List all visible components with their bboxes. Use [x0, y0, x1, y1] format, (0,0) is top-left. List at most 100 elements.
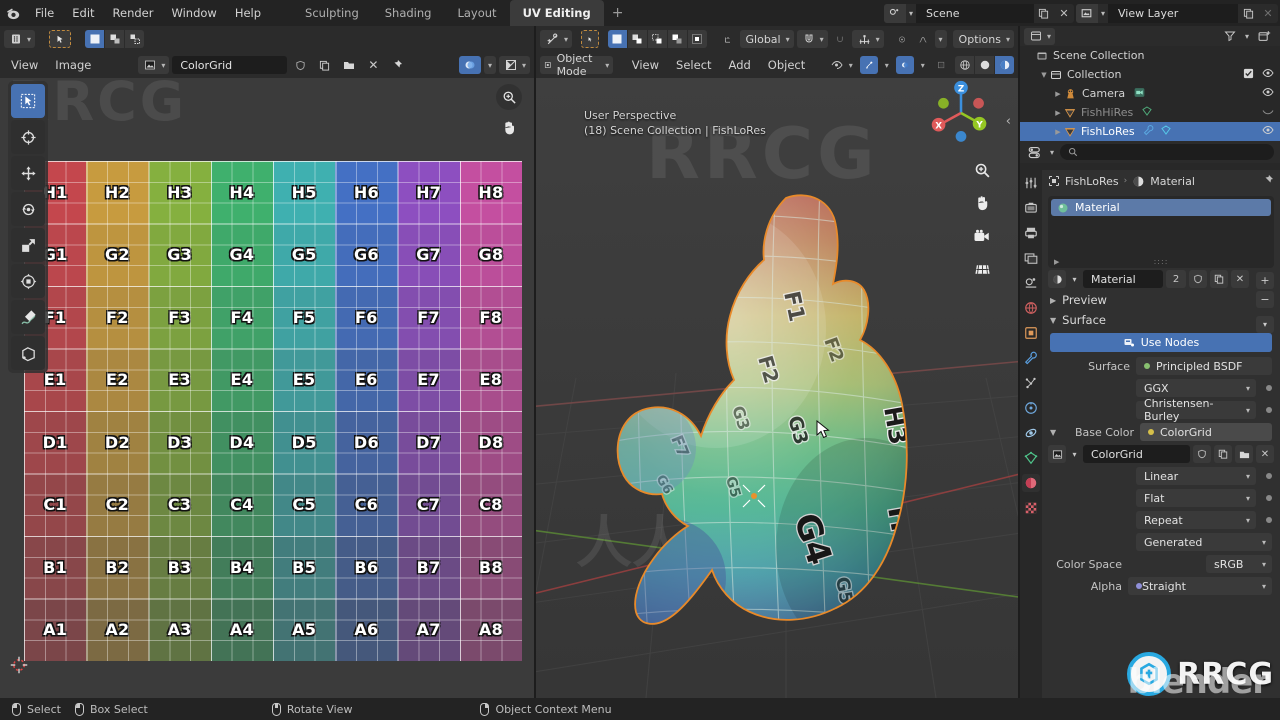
expander-icon[interactable]: ▼	[1038, 71, 1050, 79]
display-channels-dropdown[interactable]: ▾	[483, 56, 496, 74]
material-slot-item[interactable]: Material	[1051, 199, 1271, 216]
pin-icon[interactable]	[1262, 174, 1274, 189]
modifier-tab[interactable]	[1022, 349, 1040, 367]
output-tab[interactable]	[1022, 224, 1040, 242]
breadcrumb-material[interactable]: Material	[1150, 175, 1195, 188]
sidebar-toggle-icon[interactable]: ‹	[1006, 114, 1011, 129]
use-nodes-button[interactable]: Use Nodes	[1050, 333, 1272, 352]
material-tab[interactable]	[1022, 474, 1040, 492]
workspace-tab-shading[interactable]: Shading	[372, 0, 445, 26]
uv-canvas[interactable]: RRCG 人人素材 人人素材 H1H2H3H4H5H6H7H8G1G2G3G4G…	[0, 78, 534, 698]
animate-property-dot[interactable]	[1266, 517, 1272, 523]
outliner-display-icon[interactable]: ▾	[1024, 27, 1056, 45]
toggle-perspective-icon[interactable]	[970, 257, 994, 281]
close-icon[interactable]: ✕	[1231, 270, 1249, 288]
new-collection-icon[interactable]	[1253, 27, 1276, 45]
chevron-down-icon[interactable]: ▼	[1050, 428, 1060, 437]
view-layer-close-icon[interactable]: ✕	[1258, 4, 1278, 23]
select-box-icon[interactable]	[85, 30, 105, 48]
camera-data-icon[interactable]	[1133, 86, 1146, 102]
uv-overlay-button[interactable]: ▾	[498, 56, 530, 74]
select-intersect-icon[interactable]	[687, 30, 707, 48]
zoom-view-icon[interactable]	[970, 158, 994, 182]
view-layer-duplicate-icon[interactable]	[1238, 4, 1258, 23]
tool-uv-rip[interactable]	[11, 336, 45, 370]
pin-icon[interactable]	[386, 56, 408, 74]
workspace-tab-sculpting[interactable]: Sculpting	[292, 0, 372, 26]
pan-view-icon[interactable]	[970, 191, 994, 215]
uv-menu-image[interactable]: Image	[48, 58, 98, 72]
menu-file[interactable]: File	[26, 4, 63, 22]
scene-selector[interactable]: ▾ Scene ✕	[883, 3, 1074, 23]
select-subtract-icon[interactable]	[647, 30, 667, 48]
transform-orientation-dropdown[interactable]: Global ▾	[739, 30, 794, 48]
slot-list-grip[interactable]: ::::	[1048, 257, 1274, 266]
viewport-menu-select[interactable]: Select	[669, 58, 718, 72]
remove-slot-button[interactable]: −	[1256, 291, 1274, 308]
folder-icon[interactable]	[338, 56, 360, 74]
display-channels-icon[interactable]	[458, 56, 481, 74]
collection-checkbox[interactable]	[1243, 68, 1254, 82]
outliner-row-fishhires[interactable]: ▶ FishHiRes	[1020, 103, 1280, 122]
falloff-curve-icon[interactable]	[914, 30, 932, 48]
object-mode-dropdown[interactable]: Object Mode ▾	[540, 52, 614, 78]
snapping-dropdown[interactable]: ▾	[796, 30, 828, 48]
mesh-data-icon[interactable]	[1160, 124, 1172, 139]
animate-property-dot[interactable]	[1266, 473, 1272, 479]
chevron-down-icon[interactable]: ▾	[1069, 445, 1080, 463]
outliner-row-scene collection[interactable]: Scene Collection	[1020, 46, 1280, 65]
tool-move[interactable]	[11, 156, 45, 190]
outliner-row-fishlores[interactable]: ▶ FishLoRes	[1020, 122, 1280, 141]
close-icon[interactable]: ✕	[363, 56, 383, 74]
image-name-field[interactable]: ColorGrid	[172, 56, 288, 74]
navigation-gizmo[interactable]: Z X Y	[922, 78, 1000, 152]
overlays-icon[interactable]	[895, 56, 914, 74]
projection-dropdown[interactable]: Flat ▾	[1136, 489, 1256, 507]
gizmo-icon[interactable]	[859, 56, 878, 74]
outliner-search-input[interactable]	[1060, 144, 1274, 160]
alpha-dropdown[interactable]: Straight ▾	[1128, 577, 1272, 595]
select-face-icon[interactable]	[105, 30, 125, 48]
camera-view-icon[interactable]	[970, 224, 994, 248]
view-layer-selector[interactable]: ▾ View Layer ✕	[1075, 3, 1278, 23]
tool-transform[interactable]	[11, 264, 45, 298]
distribution-dropdown[interactable]: GGX ▾	[1136, 379, 1256, 397]
scene-name[interactable]: Scene	[915, 3, 1034, 23]
physics-tab[interactable]	[1022, 399, 1040, 417]
data-tab[interactable]	[1022, 449, 1040, 467]
tweak-cursor-icon[interactable]	[49, 30, 72, 48]
texture-tab[interactable]	[1022, 499, 1040, 517]
scene-duplicate-icon[interactable]	[1034, 4, 1054, 23]
proportional-edit-icon[interactable]	[893, 30, 911, 48]
material-preview-icon[interactable]	[995, 56, 1015, 74]
select-set-icon[interactable]	[607, 30, 627, 48]
material-name-field[interactable]: Material	[1083, 270, 1163, 288]
menu-window[interactable]: Window	[162, 4, 225, 22]
select-extend-icon[interactable]	[627, 30, 647, 48]
source-dropdown[interactable]: Generated ▾	[1136, 533, 1272, 551]
select-island-icon[interactable]	[125, 30, 145, 48]
snap-increment-button[interactable]: ▾	[540, 30, 573, 48]
expander-icon[interactable]: ▶	[1052, 90, 1064, 98]
tool-tweak[interactable]	[11, 84, 45, 118]
falloff-dropdown[interactable]: ▾	[934, 30, 947, 48]
expander-icon[interactable]: ▶	[1052, 109, 1064, 117]
uv-menu-view[interactable]: View	[4, 58, 45, 72]
add-workspace-button[interactable]: +	[604, 3, 632, 23]
expander-icon[interactable]: ▶	[1052, 128, 1064, 136]
material-slot-list[interactable]: Material ▶ ::::	[1048, 196, 1274, 268]
tool-annotate[interactable]	[11, 300, 45, 334]
slot-specials-button[interactable]: ▾	[1256, 316, 1274, 333]
animate-property-dot[interactable]	[1266, 385, 1272, 391]
hand-pan-icon[interactable]	[496, 115, 522, 141]
outliner-row-camera[interactable]: ▶ Camera	[1020, 84, 1280, 103]
surface-panel-header[interactable]: ▼ Surface ::::	[1042, 310, 1280, 330]
view-layer-name[interactable]: View Layer	[1108, 3, 1238, 23]
workspace-tab-layout[interactable]: Layout	[444, 0, 509, 26]
folder-icon[interactable]	[1235, 445, 1253, 463]
filter-icon[interactable]	[1219, 27, 1241, 45]
texture-name-field[interactable]: ColorGrid	[1083, 445, 1190, 463]
zoom-in-icon[interactable]	[496, 84, 522, 110]
outliner-row-collection[interactable]: ▼ Collection	[1020, 65, 1280, 84]
overlays-dropdown[interactable]: ▾	[917, 56, 929, 74]
